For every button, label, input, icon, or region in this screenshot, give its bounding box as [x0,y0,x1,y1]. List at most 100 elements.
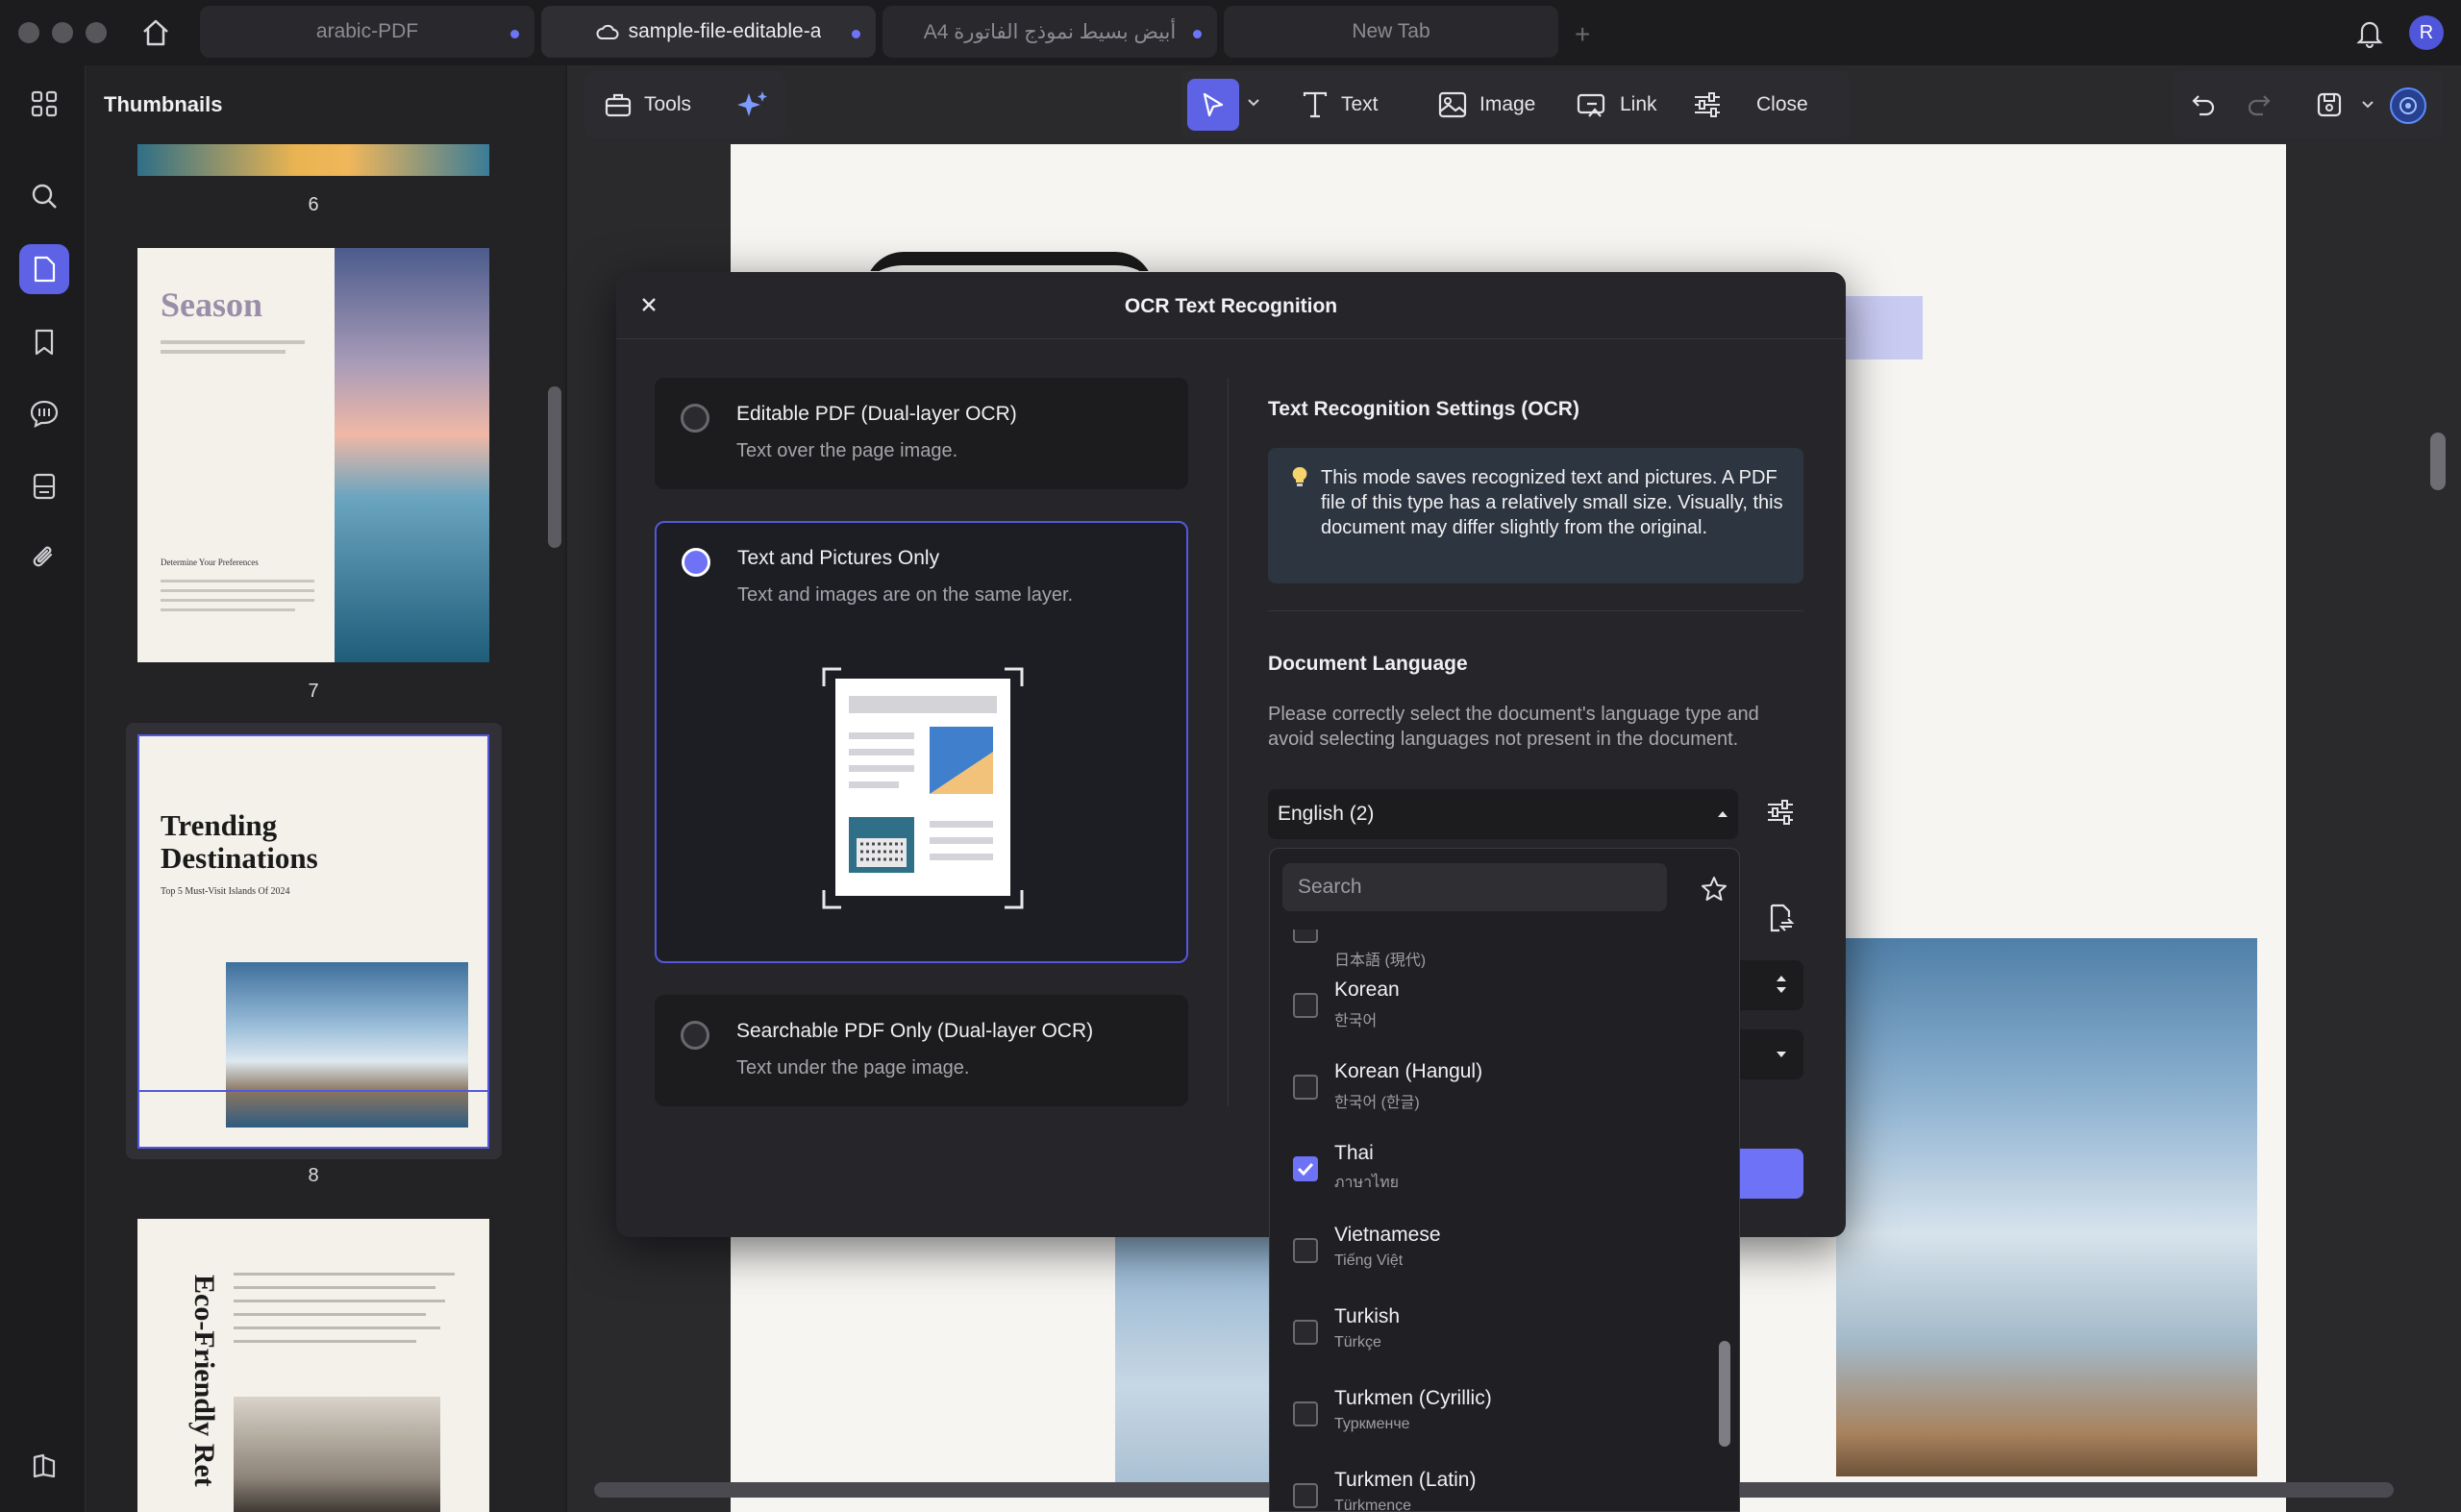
language-native: Türkmençe [1334,1498,1412,1512]
text-line [161,608,295,611]
page-number: 6 [308,194,319,215]
image-tool-button[interactable]: Image [1420,90,1553,119]
properties-icon[interactable] [1692,90,1723,119]
undo-icon[interactable] [2190,92,2217,117]
save-icon[interactable] [2315,90,2344,119]
language-select[interactable]: English (2) [1268,789,1738,839]
avatar-initial: R [2419,21,2434,43]
language-search-input[interactable] [1282,863,1667,911]
bookmark-icon[interactable] [19,317,69,367]
thumbnail-page-7[interactable]: Season Determine Your Preferences [137,248,489,662]
redo-icon[interactable] [2246,92,2273,117]
page-tools-icon[interactable] [19,461,69,511]
language-checkbox[interactable] [1293,1238,1318,1263]
language-checkbox[interactable] [1293,1156,1318,1181]
list-item[interactable]: Korean (Hangul) 한국어 (한글) [1270,1045,1722,1127]
window-close-button[interactable] [18,22,39,43]
sidebar-toggle-icon[interactable] [19,1441,69,1491]
bell-icon[interactable] [2355,17,2384,48]
tab-sample-file[interactable]: sample-file-editable-a [541,6,876,58]
stepper-icon [1776,974,1787,995]
chevron-down-icon[interactable] [1247,98,1260,108]
tools-label: Tools [644,93,692,115]
mode-description: Text over the page image. [736,440,958,461]
language-checkbox[interactable] [1293,993,1318,1018]
edit-toolbar: Text Image Link Close [1181,71,1850,138]
window-minimize-button[interactable] [52,22,73,43]
dialog-title: OCR Text Recognition [1124,295,1338,317]
apps-grid-icon[interactable] [19,79,69,129]
mode-text-and-pictures[interactable]: Text and Pictures Only Text and images a… [655,521,1188,963]
star-icon[interactable] [1700,875,1728,904]
list-item[interactable]: Turkish Türkçe [1270,1290,1722,1372]
unsaved-dot [510,30,519,38]
language-native: Туркменче [1334,1416,1410,1432]
language-checkbox[interactable] [1293,1401,1318,1426]
attachment-icon[interactable] [19,533,69,582]
thumbnails-icon[interactable] [19,244,69,294]
language-name: Turkmen (Latin) [1334,1469,1477,1491]
language-checkbox[interactable] [1293,1075,1318,1100]
mode-radio[interactable] [681,404,709,433]
list-item[interactable]: Korean 한국어 [1270,963,1722,1045]
tab-invoice[interactable]: A4 أبيض بسيط نموذج الفاتورة [882,6,1217,58]
list-item-partial[interactable]: 日本語 (現代) [1270,930,1722,968]
thumb-subtitle: Determine Your Preferences [161,558,259,567]
thumbnail-page-9[interactable]: Eco-Friendly Ret [137,1219,489,1512]
language-name: Korean [1334,979,1400,1001]
avatar[interactable]: R [2409,15,2444,50]
thumbnail-page-6[interactable] [137,144,489,176]
thumbnails-scrollbar[interactable] [548,386,561,548]
section-divider [1268,610,1803,611]
thumb-title: Season [161,285,263,324]
caret-up-icon [1718,810,1728,817]
comment-icon[interactable] [19,388,69,438]
image-label: Image [1479,93,1536,115]
select-tool-button[interactable] [1187,79,1239,131]
language-native: 한국어 (한글) [1334,1095,1420,1111]
ai-sparkle-icon[interactable] [734,87,771,122]
text-line [161,599,314,602]
thumbnail-page-8[interactable]: Trending Destinations Top 5 Must-Visit I… [137,734,489,1149]
text-tool-button[interactable]: Text [1283,90,1396,119]
tab-new-tab[interactable]: New Tab [1224,6,1558,58]
language-checkbox[interactable] [1293,1483,1318,1508]
list-item[interactable]: Turkmen (Cyrillic) Туркменче [1270,1372,1722,1453]
language-checkbox[interactable] [1293,1320,1318,1345]
window-zoom-button[interactable] [86,22,107,43]
list-item[interactable]: Thai ภาษาไทย [1270,1127,1722,1208]
language-native: 한국어 [1334,1013,1378,1029]
search-icon[interactable] [19,171,69,221]
text-line [234,1313,426,1316]
ocr-illustration [822,667,1024,909]
mode-editable-pdf[interactable]: Editable PDF (Dual-layer OCR) Text over … [655,378,1188,489]
tools-button[interactable]: Tools [584,90,708,119]
image-icon [1438,91,1467,118]
mode-radio[interactable] [681,1021,709,1050]
link-tool-button[interactable]: Link [1558,90,1675,119]
list-item[interactable]: Vietnamese Tiếng Việt [1270,1208,1722,1290]
chevron-down-icon[interactable] [2361,100,2374,110]
tab-arabic-pdf[interactable]: arabic-PDF [200,6,534,58]
add-tab-button[interactable]: + [1575,19,1590,50]
title-bar: arabic-PDF sample-file-editable-a A4 أبي… [0,0,2461,65]
page-heading-fragment [865,252,1154,271]
list-item[interactable]: Turkmen (Latin) Türkmençe [1270,1453,1722,1512]
mode-title: Searchable PDF Only (Dual-layer OCR) [736,1020,1094,1042]
settings-title: Text Recognition Settings (OCR) [1268,398,1579,420]
mode-searchable-pdf[interactable]: Searchable PDF Only (Dual-layer OCR) Tex… [655,995,1188,1106]
close-edit-button[interactable]: Close [1756,93,1808,116]
unsaved-dot [852,30,860,38]
page-range-icon[interactable] [1766,903,1795,933]
language-checkbox[interactable] [1293,930,1318,943]
left-rail [0,65,85,1512]
document-scrollbar[interactable] [2430,433,2446,490]
page-number: 7 [308,681,319,702]
home-icon[interactable] [140,17,171,48]
page-divider [139,1090,487,1092]
sky-photo [1836,938,2257,1476]
language-settings-icon[interactable] [1765,798,1796,827]
mode-radio[interactable] [682,548,710,577]
dropdown-scrollbar[interactable] [1719,1341,1730,1447]
ai-assistant-icon[interactable] [2390,87,2426,124]
